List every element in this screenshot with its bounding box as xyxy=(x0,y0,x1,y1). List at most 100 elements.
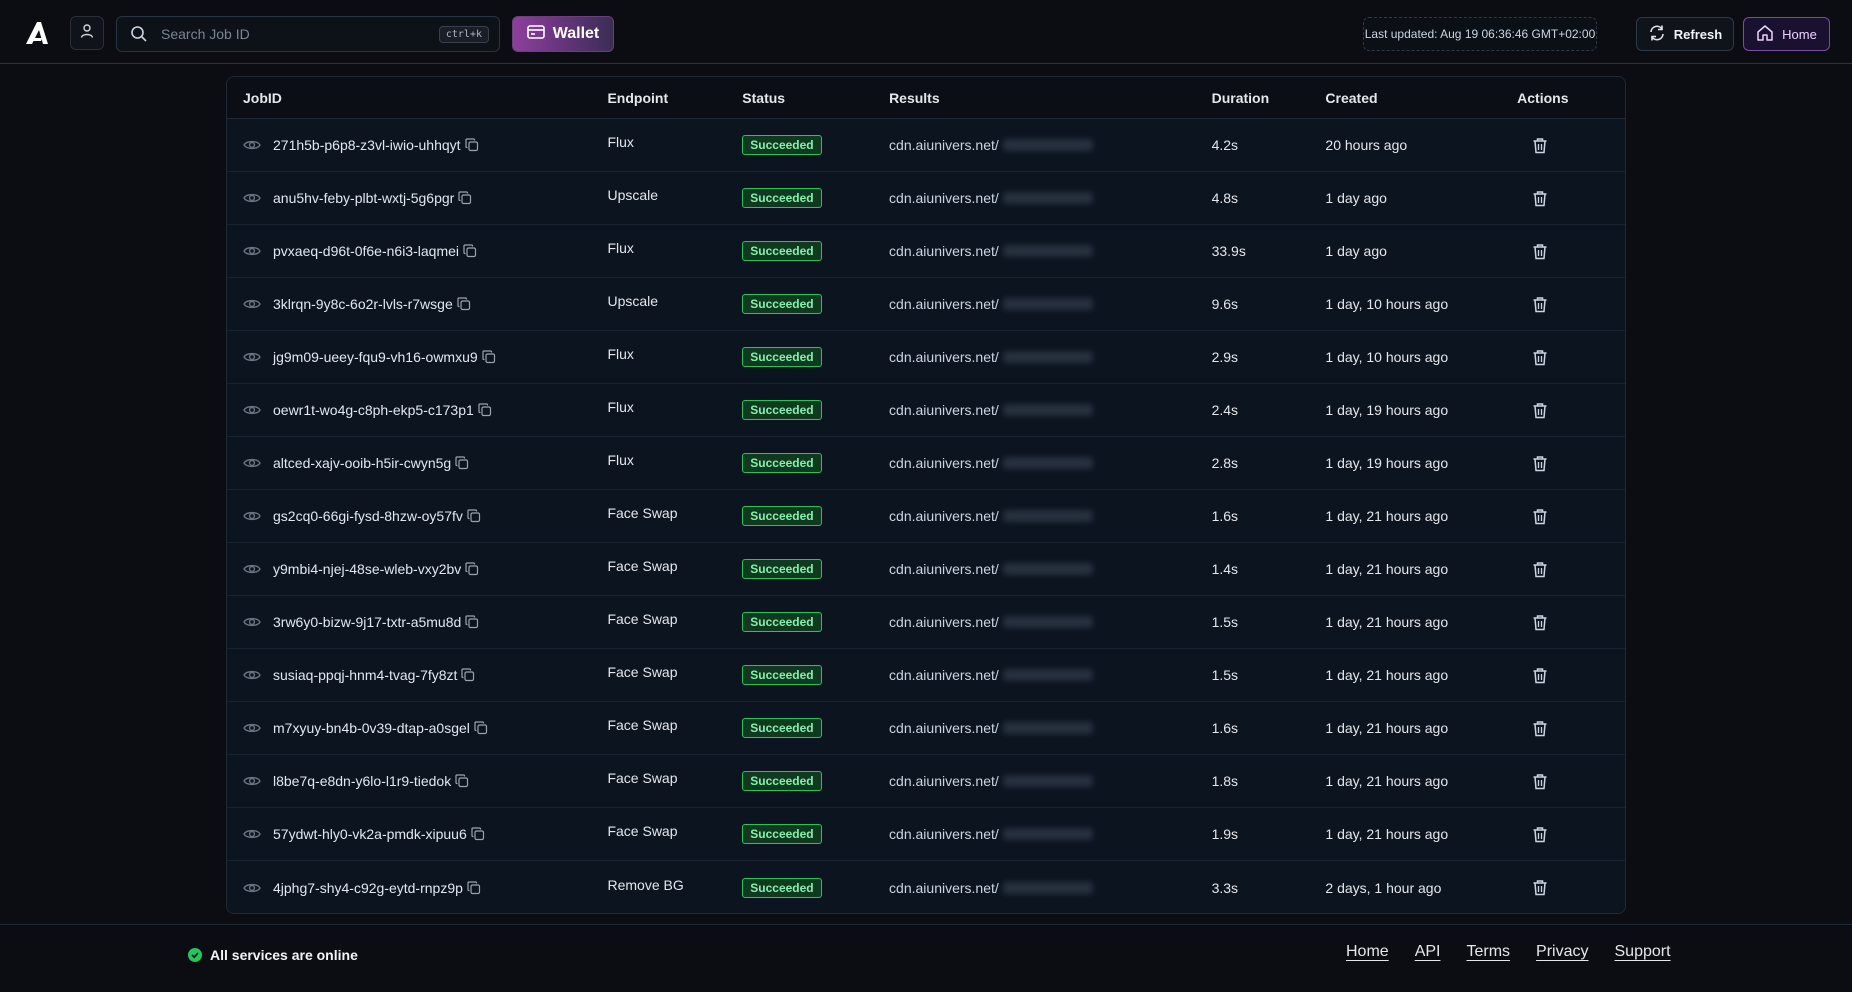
footer-link-support[interactable]: Support xyxy=(1615,943,1671,961)
eye-icon[interactable] xyxy=(243,136,261,154)
result-path-redacted xyxy=(1002,192,1093,204)
endpoint-cell: Flux xyxy=(607,452,742,468)
user-icon xyxy=(79,23,95,44)
search-input[interactable] xyxy=(161,26,439,42)
search-box[interactable]: ctrl+k xyxy=(116,16,500,52)
copy-icon[interactable] xyxy=(458,191,472,205)
copy-icon[interactable] xyxy=(467,509,481,523)
copy-icon[interactable] xyxy=(461,668,475,682)
eye-icon[interactable] xyxy=(243,242,261,260)
eye-icon[interactable] xyxy=(243,613,261,631)
duration-cell: 2.8s xyxy=(1211,455,1239,471)
job-id: anu5hv-feby-plbt-wxtj-5g6pgr xyxy=(273,190,455,206)
result-link[interactable]: cdn.aiunivers.net/ xyxy=(889,826,999,842)
trash-icon[interactable] xyxy=(1531,825,1549,843)
result-link[interactable]: cdn.aiunivers.net/ xyxy=(889,880,999,896)
endpoint-name: Face Swap xyxy=(607,611,678,627)
actions-cell xyxy=(1517,772,1625,790)
table-row: l8be7q-e8dn-y6lo-l1r9-tiedok Face Swap Suc… xyxy=(227,755,1625,808)
result-link[interactable]: cdn.aiunivers.net/ xyxy=(889,243,999,259)
trash-icon[interactable] xyxy=(1531,613,1549,631)
result-link[interactable]: cdn.aiunivers.net/ xyxy=(889,508,999,524)
actions-cell xyxy=(1517,507,1625,525)
job-cell: anu5hv-feby-plbt-wxtj-5g6pgr xyxy=(227,189,607,207)
trash-icon[interactable] xyxy=(1531,189,1549,207)
copy-icon[interactable] xyxy=(465,615,479,629)
copy-icon[interactable] xyxy=(464,138,479,152)
trash-icon[interactable] xyxy=(1531,666,1549,684)
trash-icon[interactable] xyxy=(1531,719,1549,737)
result-link[interactable]: cdn.aiunivers.net/ xyxy=(889,561,999,577)
eye-icon[interactable] xyxy=(243,454,261,472)
duration-cell: 4.2s xyxy=(1211,137,1239,153)
job-cell: susiaq-ppqj-hnm4-tvag-7fy8zt xyxy=(227,666,607,684)
result-link[interactable]: cdn.aiunivers.net/ xyxy=(889,349,999,365)
trash-icon[interactable] xyxy=(1531,136,1549,154)
footer-link-home[interactable]: Home xyxy=(1346,943,1389,961)
result-link[interactable]: cdn.aiunivers.net/ xyxy=(889,190,999,206)
home-button[interactable]: Home xyxy=(1743,17,1830,51)
copy-icon[interactable] xyxy=(467,880,481,895)
user-button[interactable] xyxy=(70,16,104,50)
trash-icon[interactable] xyxy=(1531,242,1549,260)
eye-icon[interactable] xyxy=(243,719,261,737)
result-link[interactable]: cdn.aiunivers.net/ xyxy=(889,614,999,630)
status-badge: Succeeded xyxy=(742,506,822,526)
copy-icon[interactable] xyxy=(455,774,469,788)
result-link[interactable]: cdn.aiunivers.net/ xyxy=(889,296,999,312)
trash-icon[interactable] xyxy=(1531,507,1549,525)
endpoint-name: Face Swap xyxy=(607,664,678,680)
copy-icon[interactable] xyxy=(463,244,477,258)
result-cell: cdn.aiunivers.net/ xyxy=(889,826,1212,842)
result-link[interactable]: cdn.aiunivers.net/ xyxy=(889,720,999,736)
result-link[interactable]: cdn.aiunivers.net/ xyxy=(889,402,999,418)
eye-icon[interactable] xyxy=(243,666,261,684)
trash-icon[interactable] xyxy=(1531,295,1549,313)
wallet-button[interactable]: Wallet xyxy=(512,16,614,52)
result-link[interactable]: cdn.aiunivers.net/ xyxy=(889,773,999,789)
trash-icon[interactable] xyxy=(1531,348,1549,366)
result-link[interactable]: cdn.aiunivers.net/ xyxy=(889,137,999,153)
result-path-redacted xyxy=(1002,351,1093,363)
status-cell: Succeeded xyxy=(742,771,889,791)
footer-link-privacy[interactable]: Privacy xyxy=(1536,943,1588,961)
endpoint-name: Face Swap xyxy=(607,823,678,839)
eye-icon[interactable] xyxy=(243,879,261,897)
trash-icon[interactable] xyxy=(1531,560,1549,578)
refresh-button[interactable]: Refresh xyxy=(1636,17,1734,51)
copy-icon[interactable] xyxy=(455,456,469,470)
footer-link-api[interactable]: API xyxy=(1415,943,1441,961)
copy-icon[interactable] xyxy=(478,403,492,417)
trash-icon[interactable] xyxy=(1531,772,1549,790)
endpoint-name: Flux xyxy=(607,399,634,415)
trash-icon[interactable] xyxy=(1531,454,1549,472)
copy-icon[interactable] xyxy=(457,297,471,311)
status-cell: Succeeded xyxy=(742,188,889,208)
eye-icon[interactable] xyxy=(243,560,261,578)
job-id: gs2cq0-66gi-fysd-8hzw-oy57fv xyxy=(273,508,463,524)
footer-link-terms[interactable]: Terms xyxy=(1466,943,1510,961)
eye-icon[interactable] xyxy=(243,401,261,419)
eye-icon[interactable] xyxy=(243,295,261,313)
copy-icon[interactable] xyxy=(471,827,485,841)
result-link[interactable]: cdn.aiunivers.net/ xyxy=(889,667,999,683)
aiunivers-logo-icon[interactable] xyxy=(24,20,50,46)
trash-icon[interactable] xyxy=(1531,401,1549,419)
eye-icon[interactable] xyxy=(243,825,261,843)
job-id: l8be7q-e8dn-y6lo-l1r9-tiedok xyxy=(273,773,452,789)
eye-icon[interactable] xyxy=(243,348,261,366)
trash-icon[interactable] xyxy=(1531,879,1549,897)
table-row: 3rw6y0-bizw-9j17-txtr-a5mu8d Face Swap Suc… xyxy=(227,596,1625,649)
status-badge: Succeeded xyxy=(742,718,822,738)
copy-icon[interactable] xyxy=(482,350,496,364)
column-header-actions: Actions xyxy=(1517,89,1569,106)
job-cell: altced-xajv-ooib-h5ir-cwyn5g xyxy=(227,454,607,472)
result-link[interactable]: cdn.aiunivers.net/ xyxy=(889,455,999,471)
copy-icon[interactable] xyxy=(465,562,479,576)
eye-icon[interactable] xyxy=(243,772,261,790)
copy-icon[interactable] xyxy=(474,721,488,735)
eye-icon[interactable] xyxy=(243,189,261,207)
status-cell: Succeeded xyxy=(742,400,889,420)
eye-icon[interactable] xyxy=(243,507,261,525)
job-id: 3klrqn-9y8c-6o2r-lvls-r7wsge xyxy=(273,296,453,312)
